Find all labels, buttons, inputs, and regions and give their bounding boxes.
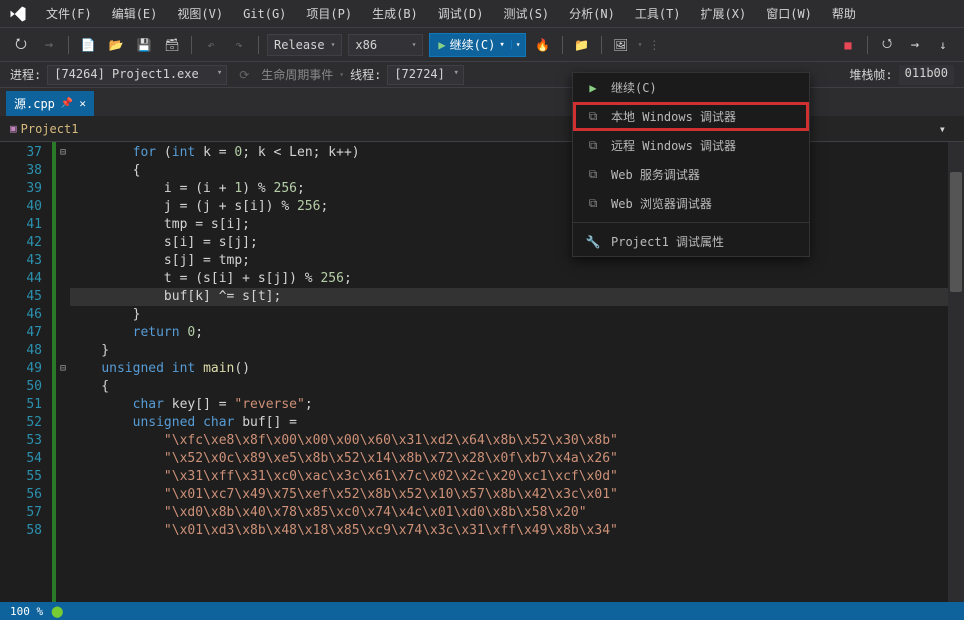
menu-build[interactable]: 生成(B)	[362, 1, 428, 26]
zoom-level[interactable]: 100 %	[10, 605, 43, 618]
editor-tabs: 源.cpp 📌 ✕	[0, 88, 964, 116]
continue-split-caret[interactable]: ▾	[511, 40, 521, 49]
debug-icon: ⧉	[585, 167, 601, 182]
platform-combo[interactable]: x86▾	[348, 34, 423, 56]
menu-edit[interactable]: 编辑(E)	[102, 1, 168, 26]
close-icon[interactable]: ✕	[79, 97, 86, 110]
debug-icon: ⧉	[585, 196, 601, 211]
stop-button[interactable]: ■	[837, 34, 859, 56]
thread-combo[interactable]: [72724]	[387, 65, 464, 85]
scope-caret[interactable]: ▾	[939, 122, 946, 136]
hot-reload-button[interactable]: 🔥	[532, 34, 554, 56]
lifecycle-link[interactable]: 生命周期事件	[261, 66, 333, 83]
lifecycle-icon[interactable]: ⟳	[233, 64, 255, 86]
scope-bar: ▣ Project1 ▾	[0, 116, 964, 142]
play-icon: ▶	[585, 81, 601, 95]
stack-frame[interactable]: 011b00	[899, 65, 954, 85]
nav-back-button[interactable]: ⭮	[10, 34, 32, 56]
redo-button[interactable]: ↷	[228, 34, 250, 56]
dropdown-item[interactable]: ⧉ 本地 Windows 调试器	[573, 102, 809, 131]
tab-label: 源.cpp	[14, 95, 55, 112]
process-label: 进程:	[10, 66, 41, 83]
debug-icon: ⧉	[585, 109, 601, 124]
new-file-button[interactable]: 📄	[77, 34, 99, 56]
scroll-thumb[interactable]	[950, 172, 962, 292]
stack-label: 堆栈帧:	[849, 66, 892, 83]
show-next-button[interactable]: →	[904, 34, 926, 56]
dropdown-item[interactable]: ▶ 继续(C)	[573, 73, 809, 102]
status-icon: ⬤	[51, 605, 63, 618]
dropdown-item[interactable]: ⧉ 远程 Windows 调试器	[573, 131, 809, 160]
dropdown-item[interactable]: 🔧 Project1 调试属性	[573, 227, 809, 256]
fold-column: ⊟⊟	[56, 142, 70, 602]
restart-button[interactable]: ⭯	[876, 34, 898, 56]
menu-tools[interactable]: 工具(T)	[625, 1, 691, 26]
vertical-scrollbar[interactable]	[948, 142, 964, 602]
process-combo[interactable]: [74264] Project1.exe	[47, 65, 227, 85]
dropdown-label: 继续(C)	[611, 79, 657, 96]
menu-view[interactable]: 视图(V)	[167, 1, 233, 26]
menu-test[interactable]: 测试(S)	[493, 1, 559, 26]
play-icon: ▶	[438, 38, 445, 52]
pin-icon[interactable]: 📌	[61, 98, 73, 109]
project-icon: ▣	[10, 122, 17, 135]
code-area[interactable]: for (int k = 0; k < Len; k++) { i = (i +…	[70, 142, 964, 602]
dropdown-label: Web 浏览器调试器	[611, 195, 712, 212]
dropdown-label: Project1 调试属性	[611, 233, 724, 250]
line-numbers: 3738394041424344454647484950515253545556…	[0, 142, 56, 602]
menu-window[interactable]: 窗口(W)	[756, 1, 822, 26]
tab-source[interactable]: 源.cpp 📌 ✕	[6, 91, 94, 116]
debug-dropdown: ▶ 继续(C) ⧉ 本地 Windows 调试器 ⧉ 远程 Windows 调试器 ⧉ Web…	[572, 72, 810, 257]
dropdown-label: 远程 Windows 调试器	[611, 137, 736, 154]
continue-button[interactable]: ▶ 继续(C) ▾ ▾	[429, 33, 525, 57]
toolbar-debug: 进程: [74264] Project1.exe ⟳ 生命周期事件 ▾ 线程: …	[0, 62, 964, 88]
dropdown-label: Web 服务调试器	[611, 166, 700, 183]
open-button[interactable]: 📂	[105, 34, 127, 56]
menu-file[interactable]: 文件(F)	[36, 1, 102, 26]
dropdown-item[interactable]: ⧉ Web 服务调试器	[573, 160, 809, 189]
thread-label: 线程:	[350, 66, 381, 83]
vs-logo-icon	[8, 4, 28, 24]
menubar: 文件(F) 编辑(E) 视图(V) Git(G) 项目(P) 生成(B) 调试(…	[0, 0, 964, 28]
config-combo[interactable]: Release▾	[267, 34, 342, 56]
menu-project[interactable]: 项目(P)	[296, 1, 362, 26]
menu-extensions[interactable]: 扩展(X)	[691, 1, 757, 26]
save-all-button[interactable]: 🗃	[161, 34, 183, 56]
menu-analyze[interactable]: 分析(N)	[559, 1, 625, 26]
menu-git[interactable]: Git(G)	[233, 3, 296, 25]
nav-forward-button[interactable]: →	[38, 34, 60, 56]
toolbar-main: ⭮ → 📄 📂 💾 🗃 ↶ ↷ Release▾ x86▾ ▶ 继续(C) ▾ …	[0, 28, 964, 62]
menu-debug[interactable]: 调试(D)	[428, 1, 494, 26]
debug-icon: ⧉	[585, 138, 601, 153]
wrench-icon: 🔧	[585, 235, 601, 249]
step-into-button[interactable]: ↓	[932, 34, 954, 56]
statusbar: 100 % ⬤	[0, 602, 964, 620]
code-editor[interactable]: 3738394041424344454647484950515253545556…	[0, 142, 964, 602]
save-button[interactable]: 💾	[133, 34, 155, 56]
undo-button[interactable]: ↶	[200, 34, 222, 56]
menu-help[interactable]: 帮助	[822, 1, 866, 26]
continue-label: 继续(C)	[450, 36, 496, 53]
pic-button[interactable]: 🖼	[610, 34, 632, 56]
folder-button[interactable]: 📁	[571, 34, 593, 56]
dropdown-item[interactable]: ⧉ Web 浏览器调试器	[573, 189, 809, 218]
dropdown-label: 本地 Windows 调试器	[611, 108, 736, 125]
